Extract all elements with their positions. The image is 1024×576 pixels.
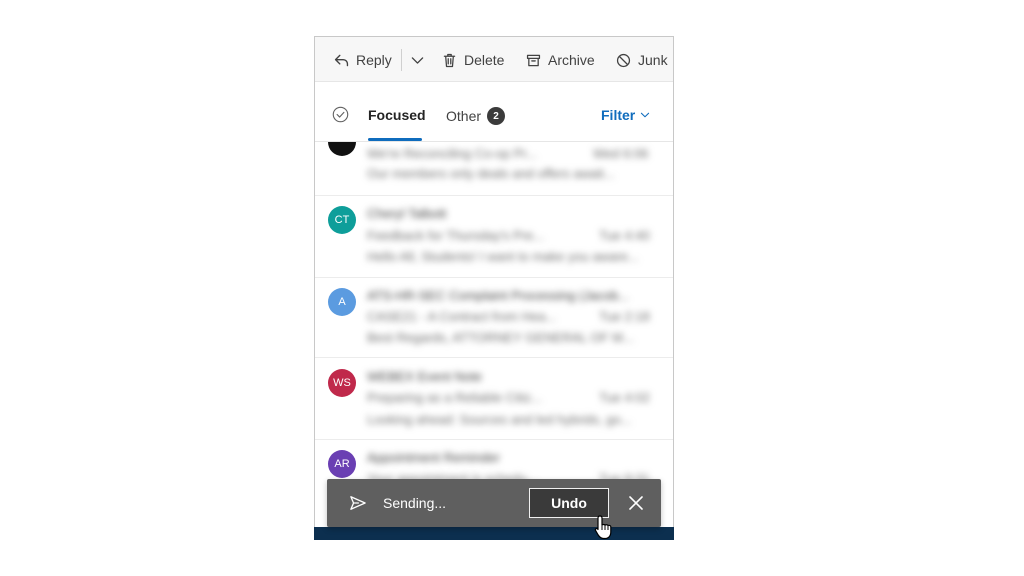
command-toolbar: Reply Delete Archive Junk xyxy=(315,37,673,82)
message-subject: CASE21 - A Contract from Hea... xyxy=(367,309,557,324)
message-subject: Feedback for Thursday's Pre... xyxy=(367,228,545,243)
message-row[interactable]: CT Cheryl Talbott Feedback for Thursday'… xyxy=(315,196,673,278)
archive-label: Archive xyxy=(548,52,595,68)
delete-label: Delete xyxy=(464,52,505,68)
message-row[interactable]: A ATS-HR-SEC Complaint Processing (Jacob… xyxy=(315,278,673,358)
chevron-down-icon xyxy=(641,112,650,118)
message-time: Wed 6:06 xyxy=(593,146,649,161)
archive-icon xyxy=(526,54,541,66)
message-time: Tue 4:40 xyxy=(599,228,650,243)
message-preview: Best Regards, ATTORNEY GENERAL OF M... xyxy=(367,330,634,345)
message-subject: Preparing as a Reliable Citiz... xyxy=(367,390,542,405)
message-row[interactable]: WS WEBEX Event Note Preparing as a Relia… xyxy=(315,358,673,440)
filter-label: Filter xyxy=(601,107,636,123)
message-sender: WEBEX Event Note xyxy=(367,369,482,384)
avatar: A xyxy=(328,288,356,316)
send-icon xyxy=(350,496,366,510)
hand-pointer-cursor-icon xyxy=(594,515,612,540)
message-preview: Looking ahead: Sources and led hybrids, … xyxy=(367,412,632,427)
inbox-tabs: Focused Other 2 Filter xyxy=(315,82,673,142)
message-time: Tue 2:18 xyxy=(599,309,650,324)
message-time: Tue 4:02 xyxy=(599,390,650,405)
block-icon xyxy=(616,53,631,67)
delete-button[interactable]: Delete xyxy=(441,49,504,71)
archive-button[interactable]: Archive xyxy=(525,49,595,71)
message-preview: Hello All, Students! I want to make you … xyxy=(367,249,639,264)
junk-button[interactable]: Junk xyxy=(615,49,668,71)
message-sender: Appointment Reminder xyxy=(367,450,500,465)
reply-options-dropdown[interactable] xyxy=(409,49,426,71)
trash-icon xyxy=(443,53,456,67)
message-preview: Our members only deals and offers await.… xyxy=(367,166,615,181)
message-sender: Cheryl Talbott xyxy=(367,206,447,221)
junk-label: Junk xyxy=(638,52,668,68)
unread-count-badge: 2 xyxy=(487,107,506,125)
message-row[interactable]: We're Reconciling Co-op Pr... Wed 6:06 O… xyxy=(315,142,673,196)
reply-icon xyxy=(334,54,349,66)
message-subject: We're Reconciling Co-op Pr... xyxy=(367,146,537,161)
avatar: CT xyxy=(328,206,356,234)
active-tab-indicator xyxy=(368,138,422,141)
tab-focused[interactable]: Focused xyxy=(368,107,426,123)
select-all-checkbox[interactable] xyxy=(332,106,349,123)
mail-list-pane: Reply Delete Archive Junk Focused Other … xyxy=(314,36,674,540)
bottom-status-bar xyxy=(314,527,674,540)
reply-button[interactable]: Reply xyxy=(333,49,392,71)
toolbar-divider xyxy=(401,49,402,71)
avatar: WS xyxy=(328,369,356,397)
filter-button[interactable]: Filter xyxy=(601,107,651,123)
chevron-down-icon xyxy=(411,56,424,64)
tab-other-label: Other xyxy=(446,108,482,124)
tab-other[interactable]: Other 2 xyxy=(446,107,506,125)
reply-label: Reply xyxy=(356,52,392,68)
avatar xyxy=(328,142,356,156)
close-icon[interactable] xyxy=(628,495,644,511)
avatar: AR xyxy=(328,450,356,478)
toast-message: Sending... xyxy=(383,495,447,511)
message-sender: ATS-HR-SEC Complaint Processing (Jacob..… xyxy=(367,288,630,303)
